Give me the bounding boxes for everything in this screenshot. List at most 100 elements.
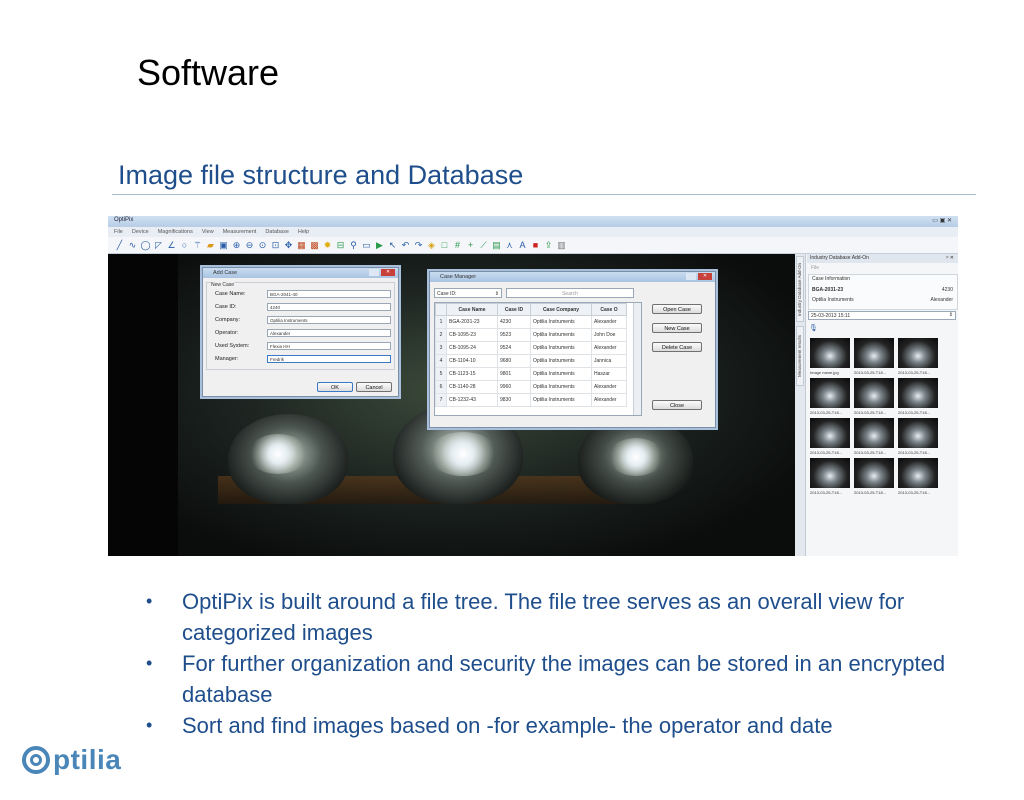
delete-case-button[interactable]: Delete Case [652,342,702,352]
slide-title: Software [137,52,280,93]
window-controls[interactable]: ▭ ▣ ✕ [932,217,952,224]
zoom-in-icon[interactable]: ⊕ [231,240,242,251]
save-icon[interactable]: ▣ [218,240,229,251]
redo-icon[interactable]: ↷ [413,240,424,251]
rect-icon[interactable]: □ [439,240,450,251]
ok-button[interactable]: OK [317,382,353,392]
column-header-case-id[interactable]: Case ID [497,303,531,316]
thumbnail[interactable] [854,418,894,448]
pen-icon[interactable]: ╱ [114,240,125,251]
move-icon[interactable]: ✥ [283,240,294,251]
operator-label: Operator: [215,330,239,336]
case-manager-close-button[interactable]: ✕ [698,273,712,280]
grid-icon[interactable]: ▦ [296,240,307,251]
column-header-case-name[interactable]: Case Name [446,303,498,316]
thumbnail[interactable] [898,378,938,408]
color-icon[interactable]: ■ [530,240,541,251]
menu-magnifications[interactable]: Magnifications [158,227,193,237]
thumbnail[interactable] [810,418,850,448]
minimize-button[interactable] [369,269,379,276]
thumbnail[interactable] [810,458,850,488]
thumbnail[interactable] [898,418,938,448]
ruler-icon[interactable]: ⟋ [478,240,489,251]
case-name-input[interactable]: BGA-2041-40 [267,290,391,298]
case-information-label: Case Information [812,276,851,282]
zoom-select-icon[interactable]: ⊡ [270,240,281,251]
thumbnail[interactable] [810,338,850,368]
open-case-button[interactable]: Open Case [652,304,702,314]
table-row[interactable]: 5 CB-1123-15 9801 Optilia Instruments Ha… [435,367,627,381]
close-button[interactable]: Close [652,400,702,410]
eraser-icon[interactable]: ◈ [426,240,437,251]
menu-device[interactable]: Device [132,227,149,237]
search-input[interactable]: Search [506,288,634,298]
arrow-up-icon[interactable]: ⋏ [504,240,515,251]
thumbnail[interactable] [810,378,850,408]
case-name-label: Case Name: [215,291,246,297]
microscope-image[interactable]: Add Case ✕ New Case Case Name: BGA-2041-… [108,254,795,556]
microphone-icon[interactable]: 🎙 [809,324,818,332]
thumbnail[interactable] [854,378,894,408]
curve-icon[interactable]: ∿ [127,240,138,251]
shape-icon[interactable]: ◸ [153,240,164,251]
table-row[interactable]: 4 CB-1104-10 9680 Optilia Instruments Ja… [435,354,627,368]
menu-help[interactable]: Help [298,227,309,237]
date-select[interactable]: 25-03-2013 15:11 ⇕ [808,311,956,320]
thumbnail[interactable] [898,458,938,488]
wand-icon[interactable]: ⚚ [192,240,203,251]
hash-icon[interactable]: # [452,240,463,251]
ellipse-icon[interactable]: ◯ [140,240,151,251]
record-icon[interactable]: ⊟ [335,240,346,251]
light-icon[interactable]: ✹ [322,240,333,251]
calibrate-icon[interactable]: ▩ [309,240,320,251]
undo-icon[interactable]: ↶ [400,240,411,251]
company-input[interactable]: Optilia Instruments [267,316,391,324]
minimize-button[interactable] [686,273,696,280]
column-header-case-company[interactable]: Case Company [530,303,592,316]
angle-icon[interactable]: ∠ [166,240,177,251]
tab-measurement-results[interactable]: Measurement results [796,326,804,386]
case-information-box: Case Information BGA-2031-23 4230 Optili… [808,274,958,310]
used-system-input[interactable]: Flexia HH [267,342,391,350]
cell-case-name: CB-1095-23 [446,328,498,342]
table-scrollbar[interactable] [633,303,641,415]
open-icon[interactable]: ▰ [205,240,216,251]
thumbnail[interactable] [854,338,894,368]
bullet-list: • OptiPix is built around a file tree. Th… [146,586,976,741]
zoom-fit-icon[interactable]: ⊙ [257,240,268,251]
thumbnail[interactable] [898,338,938,368]
table-row[interactable]: 6 CB-1140-28 9960 Optilia Instruments Al… [435,380,627,394]
filter-select[interactable]: Case ID: ⇕ [434,288,502,298]
menu-file[interactable]: File [114,227,123,237]
snapshot-icon[interactable]: ▭ [361,240,372,251]
menu-view[interactable]: View [202,227,214,237]
cell-case-company: Optilia Instruments [530,354,592,368]
add-case-close-button[interactable]: ✕ [381,269,395,276]
table-row[interactable]: 2 CB-1095-23 9523 Optilia Instruments Jo… [435,328,627,342]
export-icon[interactable]: ⇪ [543,240,554,251]
zoom-out-icon[interactable]: ⊖ [244,240,255,251]
manager-input[interactable]: Fredrik [267,355,391,363]
column-header-case-operator[interactable]: Case O [591,303,627,316]
cross-icon[interactable]: + [465,240,476,251]
circle-icon[interactable]: ○ [179,240,190,251]
barcode-icon[interactable]: ▥ [556,240,567,251]
text-icon[interactable]: ▤ [491,240,502,251]
link-icon[interactable]: ⚲ [348,240,359,251]
table-row[interactable]: 3 CB-1095-24 9524 Optilia Instruments Al… [435,341,627,355]
menu-database[interactable]: Database [265,227,289,237]
pointer-icon[interactable]: ↖ [387,240,398,251]
slide-subtitle: Image file structure and Database [118,160,524,190]
operator-input[interactable]: Alexander [267,329,391,337]
table-row[interactable]: 1 BGA-2031-23 4230 Optilia Instruments A… [435,315,627,329]
cancel-button[interactable]: Cancel [356,382,392,392]
new-case-button[interactable]: New Case [652,323,702,333]
menu-measurement[interactable]: Measurement [223,227,257,237]
tab-industry-database[interactable]: Industry Database Add-On [796,256,804,322]
font-icon[interactable]: A [517,240,528,251]
thumbnail[interactable] [854,458,894,488]
case-id-input[interactable]: 4240 [267,303,391,311]
panel-pin-close-icon[interactable]: ᵖ ✕ [947,254,954,263]
play-icon[interactable]: ▶ [374,240,385,251]
table-row[interactable]: 7 CB-1232-43 9830 Optilia Instruments Al… [435,393,627,407]
